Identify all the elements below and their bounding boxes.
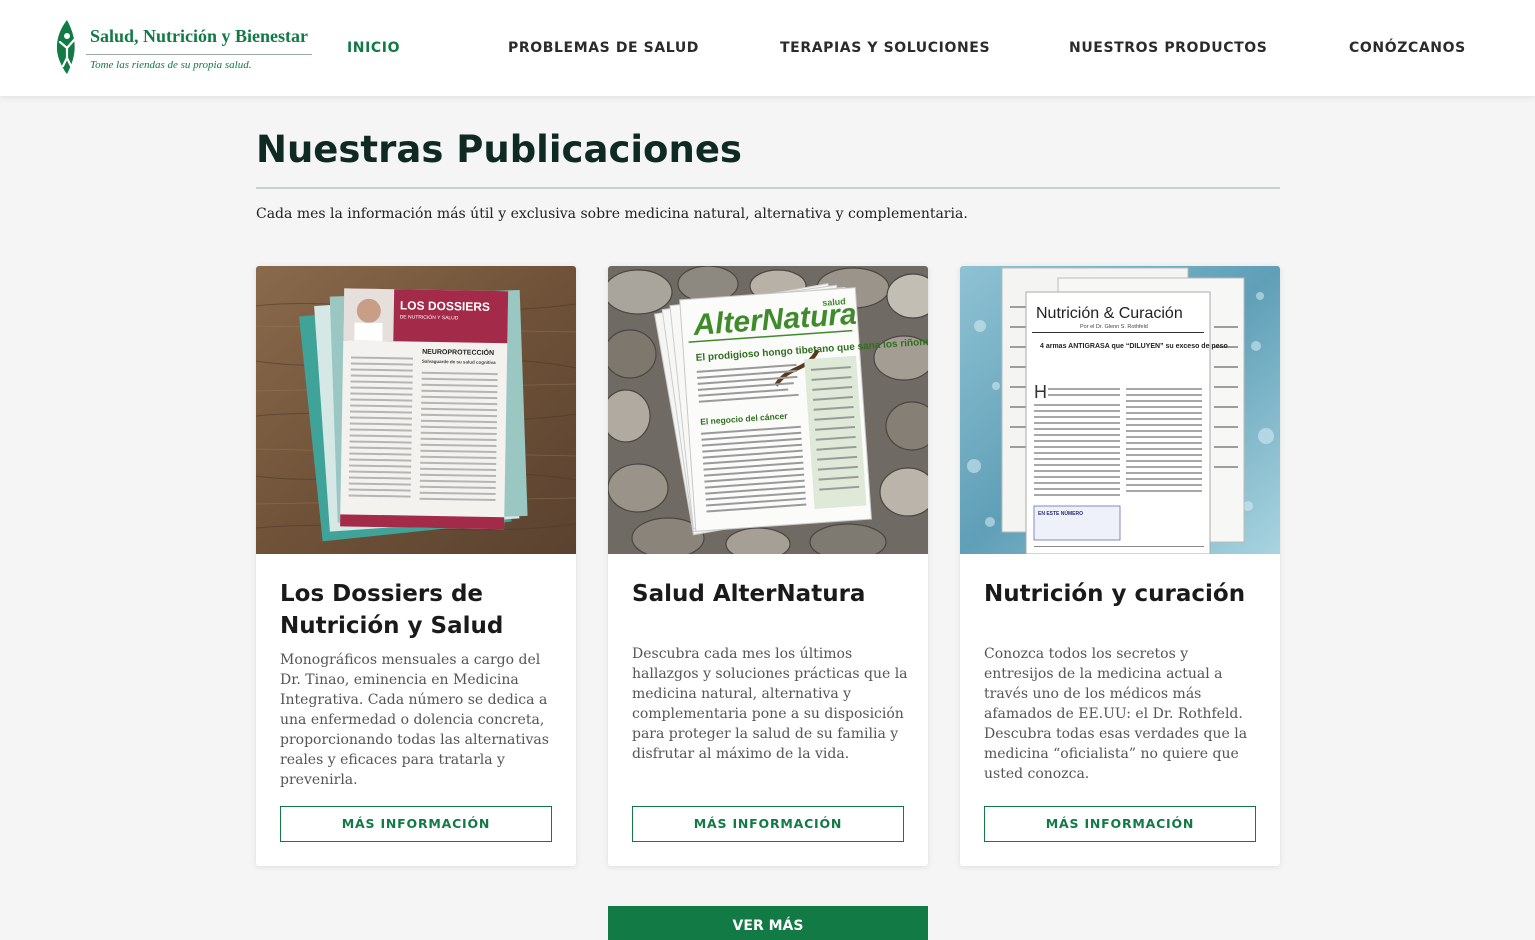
- ver-mas-button[interactable]: VER MÁS: [608, 906, 928, 940]
- nav-nuestros-productos[interactable]: NUESTROS PRODUCTOS: [1069, 0, 1267, 96]
- title-divider: [256, 187, 1280, 189]
- mas-informacion-button-nutricion-curacion[interactable]: MÁS INFORMACIÓN: [984, 806, 1256, 842]
- nav-problemas-de-salud[interactable]: PROBLEMAS DE SALUD: [508, 0, 699, 96]
- leaf-figure-icon: [56, 20, 76, 74]
- mas-informacion-button-alternatura[interactable]: MÁS INFORMACIÓN: [632, 806, 904, 842]
- card-description: Monográficos mensuales a cargo del Dr. T…: [280, 652, 549, 788]
- nc-byline: Por el Dr. Glenn S. Rothfeld: [1080, 324, 1148, 330]
- dossiers-cover-image[interactable]: LOS DOSSIERS DE NUTRICIÓN Y SALUD NEUROP…: [256, 266, 576, 554]
- nav-terapias-y-soluciones[interactable]: TERAPIAS Y SOLUCIONES: [780, 0, 990, 96]
- mas-informacion-button-dossiers[interactable]: MÁS INFORMACIÓN: [280, 806, 552, 842]
- svg-text:H: H: [1034, 382, 1047, 402]
- publication-card-nutricion-curacion: Nutrición & Curación Por el Dr. Glenn S.…: [960, 266, 1280, 866]
- page-title: Nuestras Publicaciones: [256, 128, 742, 171]
- card-title: Nutrición y curación: [984, 581, 1246, 607]
- dossiers-subhead: DE NUTRICIÓN Y SALUD: [400, 313, 459, 321]
- card-title: Los Dossiers de Nutrición y Salud: [280, 581, 504, 639]
- publication-card-dossiers: LOS DOSSIERS DE NUTRICIÓN Y SALUD NEUROP…: [256, 266, 576, 866]
- nc-box-label: EN ESTE NÚMERO: [1038, 510, 1083, 517]
- dossiers-masthead: LOS DOSSIERS: [400, 298, 490, 314]
- nav-conozcanos[interactable]: CONÓZCANOS: [1349, 0, 1466, 96]
- nc-masthead: Nutrición & Curación: [1036, 305, 1183, 322]
- nutricion-curacion-cover-image[interactable]: Nutrición & Curación Por el Dr. Glenn S.…: [960, 266, 1280, 554]
- nav-inicio[interactable]: INICIO: [347, 0, 400, 96]
- nc-headline: 4 armas ANTIGRASA que “DILUYEN” su exces…: [1040, 343, 1228, 350]
- page-intro: Cada mes la información más útil y exclu…: [256, 206, 968, 222]
- card-description: Conozca todos los secretos y entresijos …: [984, 646, 1248, 782]
- card-description: Descubra cada mes los últimos hallazgos …: [632, 646, 908, 762]
- alternatura-badge: salud: [822, 296, 846, 308]
- card-title: Salud AlterNatura: [632, 581, 866, 607]
- alternatura-cover-image[interactable]: AlterNatura salud El prodigioso hongo ti…: [608, 266, 928, 554]
- brand-tagline: Tome las riendas de su propia salud.: [90, 59, 252, 71]
- brand-divider: [86, 54, 312, 55]
- site-header: Salud, Nutrición y Bienestar Tome las ri…: [0, 0, 1535, 96]
- site-logo[interactable]: Salud, Nutrición y Bienestar Tome las ri…: [54, 20, 314, 76]
- brand-title: Salud, Nutrición y Bienestar: [90, 26, 309, 46]
- publication-card-alternatura: AlterNatura salud El prodigioso hongo ti…: [608, 266, 928, 866]
